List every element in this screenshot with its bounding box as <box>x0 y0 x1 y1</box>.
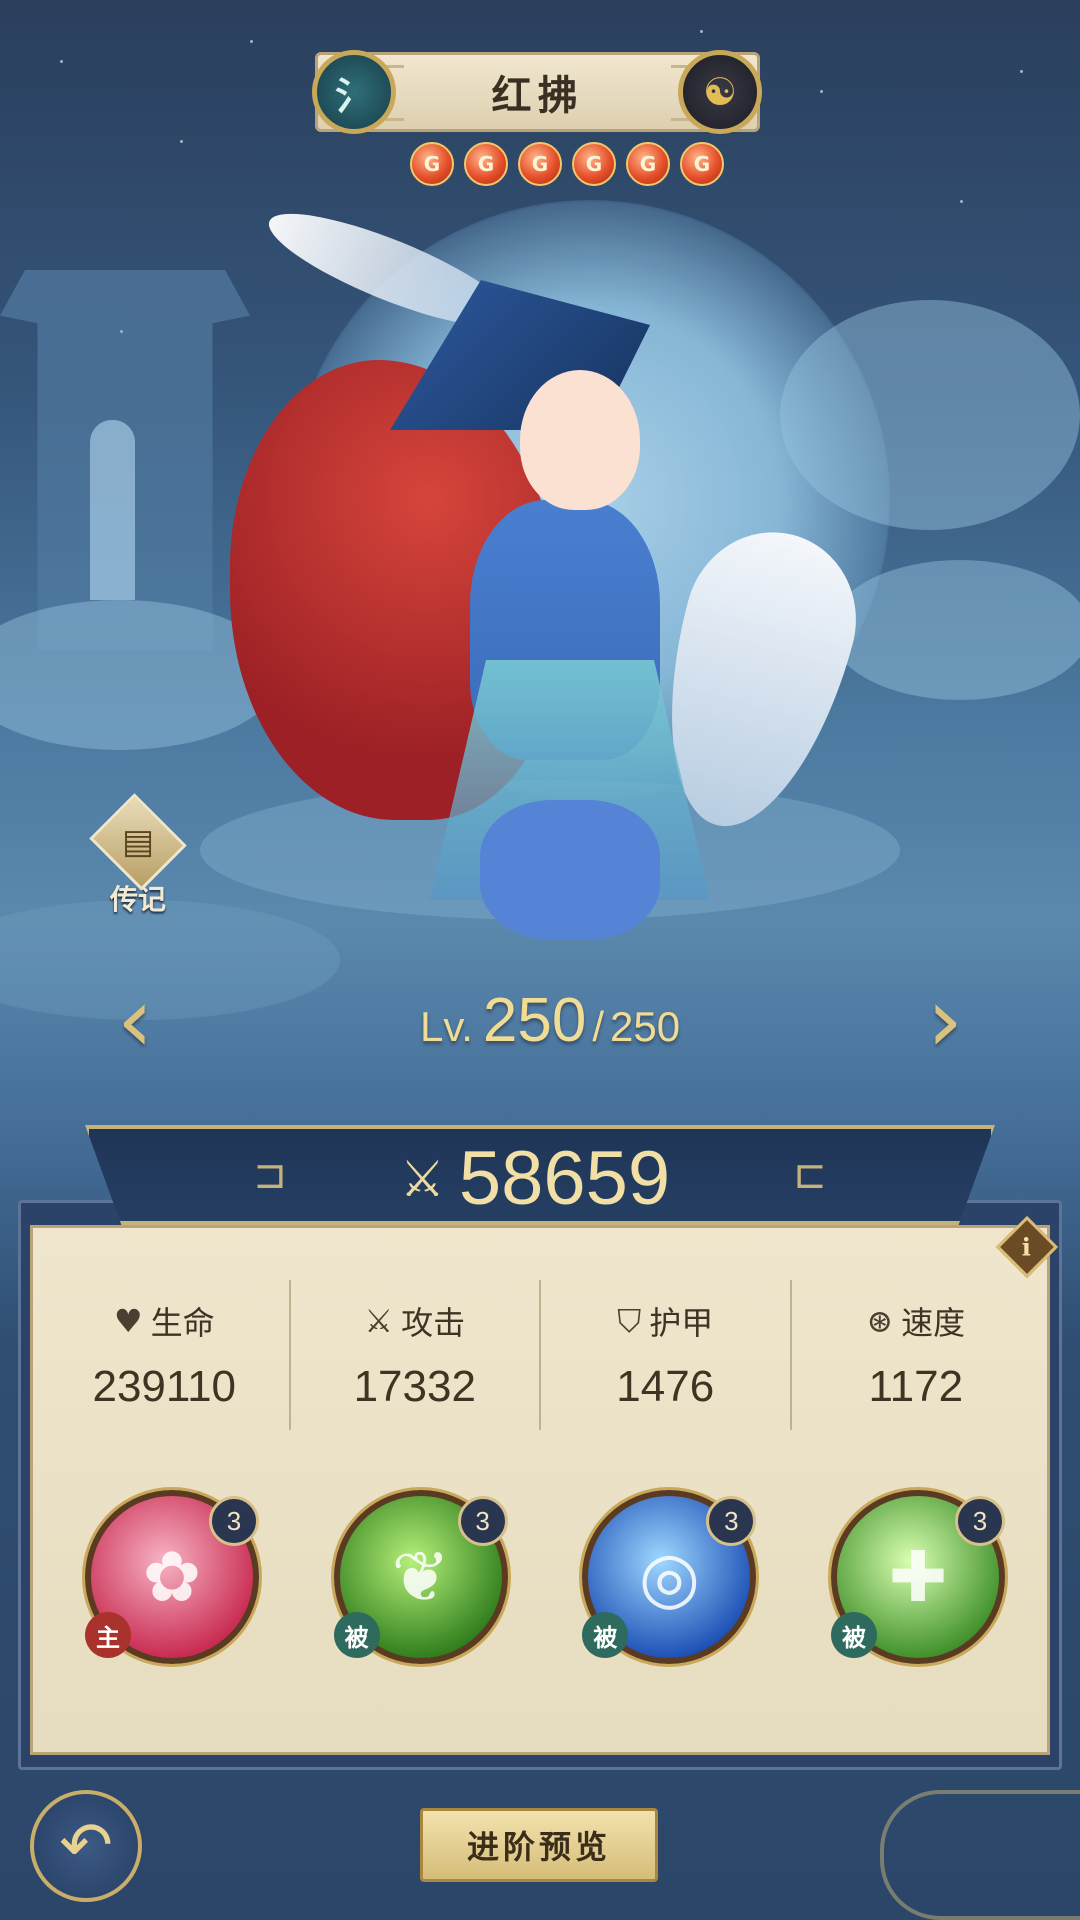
star-orb-icon: G <box>410 142 454 186</box>
stat-column: ⛉ 护甲 1476 <box>541 1280 792 1430</box>
skill-type-tag: 被 <box>333 1612 380 1658</box>
power-ornament: ⊏ <box>793 1152 827 1198</box>
skill-slot[interactable]: ✿ 3 主 <box>85 1490 259 1664</box>
skill-type-tag: 被 <box>582 1612 629 1658</box>
star-orb-icon: G <box>626 142 670 186</box>
level-separator: / <box>592 1003 605 1050</box>
stat-header: ⛉ 护甲 <box>617 1298 713 1344</box>
shield-icon: ⛉ <box>617 1301 642 1340</box>
level-prefix: Lv. <box>420 1003 473 1050</box>
combat-power-value: 58659 <box>458 1136 671 1221</box>
chevron-right-icon: › <box>927 967 963 1073</box>
stat-label: 速度 <box>901 1304 966 1342</box>
crossed-swords-icon: ⚔ <box>364 1302 394 1340</box>
sword-icon: ⚔ <box>400 1149 445 1208</box>
hero-level: Lv. 250 / 250 <box>420 985 680 1056</box>
triskelion-icon: ☯ <box>702 70 738 114</box>
skill-level-badge: 3 <box>209 1496 259 1546</box>
skill-slot[interactable]: ◎ 3 被 <box>582 1490 757 1664</box>
faction-badge[interactable]: 氵 <box>312 50 396 134</box>
stat-value: 17332 <box>353 1362 476 1411</box>
combat-power: ⚔ 58659 <box>400 1135 670 1222</box>
stat-column: ♥ 生命 239110 <box>40 1280 291 1430</box>
stat-column: ⊛ 速度 1172 <box>792 1280 1041 1430</box>
back-arrow-icon: ↶ <box>59 1809 113 1883</box>
hero-face <box>520 370 640 510</box>
water-glyph-icon: 氵 <box>334 73 373 118</box>
skill-slot[interactable]: ✚ 3 被 <box>830 1490 1005 1664</box>
info-icon: i <box>1022 1232 1032 1262</box>
stat-label: 攻击 <box>401 1304 466 1342</box>
level-max: 250 <box>610 1003 681 1050</box>
cloud <box>830 560 1080 700</box>
stat-label: 护甲 <box>649 1304 714 1342</box>
swirl-icon: ⊛ <box>866 1302 894 1340</box>
stat-header: ♥ 生命 <box>114 1298 215 1344</box>
level-current: 250 <box>482 986 587 1055</box>
pavilion-door <box>90 420 135 600</box>
book-icon: ▤ <box>121 822 155 862</box>
advance-preview-button[interactable]: 进阶预览 <box>420 1808 658 1882</box>
star-orb-icon: G <box>572 142 616 186</box>
skill-level-badge: 3 <box>706 1496 757 1546</box>
hero-portrait <box>200 193 876 980</box>
chevron-left-icon: ‹ <box>117 967 153 1073</box>
hero-name: 红拂 <box>491 72 584 119</box>
skill-slot[interactable]: ❦ 3 被 <box>333 1490 508 1664</box>
power-ornament: ⊐ <box>253 1152 287 1198</box>
skill-level-badge: 3 <box>457 1496 508 1546</box>
skill-type-tag: 被 <box>830 1612 877 1658</box>
back-button[interactable]: ↶ <box>30 1790 142 1902</box>
stat-header: ⊛ 速度 <box>866 1298 965 1344</box>
stat-value: 1476 <box>616 1362 715 1411</box>
skill-level-badge: 3 <box>954 1496 1005 1546</box>
previous-hero-arrow[interactable]: ‹ <box>100 967 170 1073</box>
stat-label: 生命 <box>150 1304 215 1342</box>
star-rating: GGGGGG <box>410 142 724 186</box>
biography-button[interactable]: ▤ 传记 <box>84 793 192 918</box>
star-orb-icon: G <box>680 142 724 186</box>
hero-pants <box>480 800 660 940</box>
stat-column: ⚔ 攻击 17332 <box>291 1280 541 1430</box>
star-orb-icon: G <box>518 142 562 186</box>
stat-value: 1172 <box>868 1362 964 1411</box>
skill-type-tag: 主 <box>85 1612 131 1658</box>
heart-icon: ♥ <box>113 1302 143 1340</box>
stat-value: 239110 <box>92 1362 237 1411</box>
star-orb-icon: G <box>464 142 508 186</box>
skill-list: ✿ 3 主 ❦ 3 被 ◎ 3 被 ✚ 3 被 <box>85 1490 1005 1670</box>
class-badge[interactable]: ☯ <box>678 50 762 134</box>
stat-header: ⚔ 攻击 <box>364 1298 465 1344</box>
attribute-stats: ♥ 生命 239110 ⚔ 攻击 17332 ⛉ 护甲 1476 ⊛ 速度 1172 <box>40 1280 1040 1430</box>
cloud-ornament <box>880 1790 1080 1920</box>
next-hero-arrow[interactable]: › <box>910 967 980 1073</box>
